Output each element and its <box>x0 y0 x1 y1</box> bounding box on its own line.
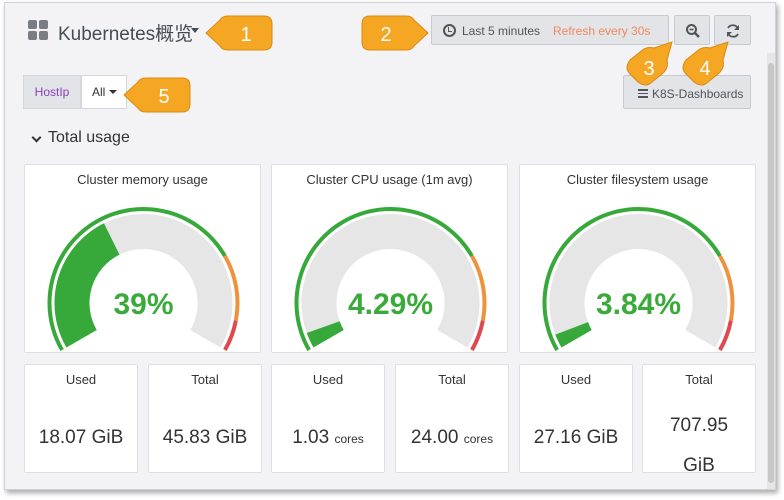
gauge-value-arc <box>54 223 120 348</box>
callout-number: 1 <box>240 24 251 46</box>
callout-1: 1 <box>205 15 273 51</box>
stat-panel-memory-used: Used 18.07 GiB <box>24 364 138 473</box>
gauge-value-label: 3.84% <box>596 288 681 321</box>
stat-value: 1.03 cores <box>272 427 384 449</box>
gauge-chart: 3.84% <box>542 207 735 351</box>
refresh-icon <box>727 24 739 38</box>
stat-value: 45.83 GiB <box>149 427 261 449</box>
dashboard-title[interactable]: Kubernetes概览 <box>58 19 193 46</box>
stat-value: 18.07 GiB <box>25 427 137 449</box>
callout-4: 4 <box>682 41 729 86</box>
callout-3: 3 <box>626 41 673 86</box>
stat-unit: cores <box>463 432 494 446</box>
time-range-label: Last 5 minutes <box>462 24 541 38</box>
zoom-out-icon <box>686 24 700 38</box>
chevron-down-icon[interactable] <box>191 28 199 33</box>
vertical-scrollbar[interactable] <box>767 53 775 489</box>
stat-number: 24.00 <box>410 427 459 448</box>
callout-2: 2 <box>361 15 429 51</box>
stat-unit: cores <box>334 432 364 446</box>
gauge-value-label: 4.29% <box>348 288 433 321</box>
stat-title: Used <box>312 372 344 387</box>
callout-number: 4 <box>699 58 710 80</box>
variable-value: All <box>92 85 106 99</box>
gauge-panel-memory: Cluster memory usage 39% <box>24 164 261 353</box>
callout-number: 2 <box>380 24 391 46</box>
variable-select-hostip[interactable]: All <box>81 75 127 109</box>
stat-panel-cpu-total: Total 24.00 cores <box>395 364 509 473</box>
stat-value: 27.16 GiB <box>520 427 632 449</box>
dashboard-apps-icon[interactable] <box>28 20 48 40</box>
callout-5: 5 <box>123 77 191 113</box>
refresh-interval-label: Refresh every 30s <box>553 24 651 38</box>
clock-icon <box>443 24 456 37</box>
stat-title: Total <box>438 372 466 387</box>
stat-title: Used <box>65 372 97 387</box>
stat-panel-filesystem-used: Used 27.16 GiB <box>519 364 633 473</box>
stat-value: 707.95 GiB <box>643 406 755 486</box>
stat-value: 24.00 cores <box>396 427 508 449</box>
gauge-panel-filesystem: Cluster filesystem usage 3.84% <box>519 164 756 353</box>
stat-number: 45.83 GiB <box>162 427 248 448</box>
scrollbar-thumb[interactable] <box>768 63 774 483</box>
caret-down-icon <box>109 90 118 94</box>
stat-title: Total <box>685 372 713 387</box>
callout-number: 3 <box>643 58 654 80</box>
stat-unit: GiB <box>683 455 715 476</box>
variable-label-hostip: HostIp <box>23 75 81 109</box>
stat-panel-memory-total: Total 45.83 GiB <box>148 364 262 473</box>
stat-number: 707.95 <box>669 415 729 436</box>
stat-title: Used <box>560 372 592 387</box>
gauge-chart: 39% <box>47 207 240 351</box>
stat-panel-filesystem-total: Total 707.95 GiB <box>642 364 756 476</box>
row-title[interactable]: Total usage <box>48 129 130 147</box>
gauge-chart: 4.29% <box>294 207 487 351</box>
callout-number: 5 <box>158 86 169 108</box>
stat-title: Total <box>191 372 219 387</box>
collapse-chevron-icon[interactable] <box>31 132 42 143</box>
stat-number: 27.16 GiB <box>533 427 619 448</box>
gauge-panel-cpu: Cluster CPU usage (1m avg) 4.29% <box>271 164 508 353</box>
gauge-value-label: 39% <box>113 288 173 321</box>
stat-number: 1.03 <box>292 427 330 448</box>
stat-panel-cpu-used: Used 1.03 cores <box>271 364 385 473</box>
stat-number: 18.07 GiB <box>38 427 124 448</box>
